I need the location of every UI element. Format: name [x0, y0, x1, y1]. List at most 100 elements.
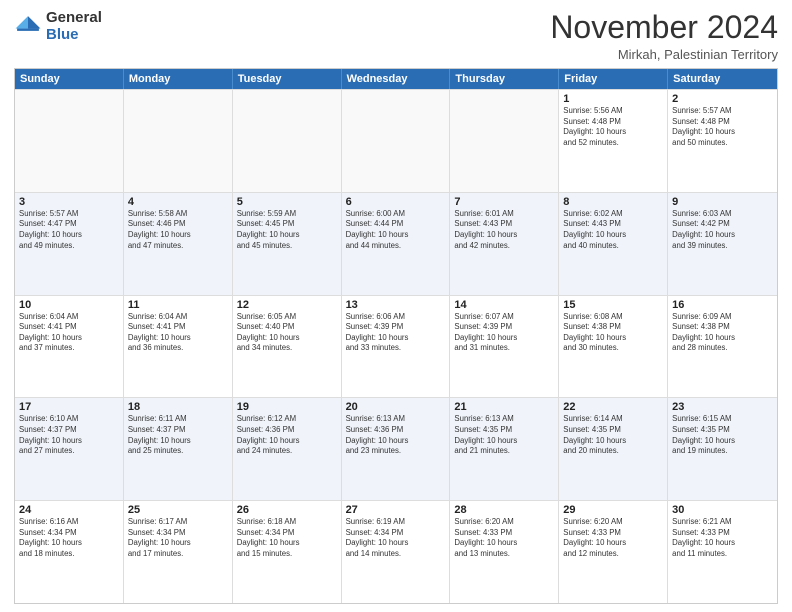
calendar-cell-r1-c2: 5Sunrise: 5:59 AM Sunset: 4:45 PM Daylig… — [233, 193, 342, 295]
day-info: Sunrise: 6:20 AM Sunset: 4:33 PM Dayligh… — [454, 517, 554, 559]
calendar-cell-r2-c0: 10Sunrise: 6:04 AM Sunset: 4:41 PM Dayli… — [15, 296, 124, 398]
day-number: 25 — [128, 504, 228, 516]
logo-general-text: General — [46, 10, 102, 27]
calendar-cell-r1-c6: 9Sunrise: 6:03 AM Sunset: 4:42 PM Daylig… — [668, 193, 777, 295]
day-number: 14 — [454, 299, 554, 311]
calendar-cell-r1-c5: 8Sunrise: 6:02 AM Sunset: 4:43 PM Daylig… — [559, 193, 668, 295]
calendar-cell-r3-c0: 17Sunrise: 6:10 AM Sunset: 4:37 PM Dayli… — [15, 398, 124, 500]
day-number: 5 — [237, 196, 337, 208]
day-info: Sunrise: 6:15 AM Sunset: 4:35 PM Dayligh… — [672, 414, 773, 456]
calendar-cell-r4-c6: 30Sunrise: 6:21 AM Sunset: 4:33 PM Dayli… — [668, 501, 777, 603]
calendar-cell-r3-c1: 18Sunrise: 6:11 AM Sunset: 4:37 PM Dayli… — [124, 398, 233, 500]
calendar-header: Sunday Monday Tuesday Wednesday Thursday… — [15, 69, 777, 89]
day-info: Sunrise: 6:14 AM Sunset: 4:35 PM Dayligh… — [563, 414, 663, 456]
day-info: Sunrise: 6:13 AM Sunset: 4:35 PM Dayligh… — [454, 414, 554, 456]
day-info: Sunrise: 6:16 AM Sunset: 4:34 PM Dayligh… — [19, 517, 119, 559]
logo-blue-text: Blue — [46, 27, 102, 44]
calendar-cell-r0-c3 — [342, 90, 451, 192]
calendar-cell-r4-c3: 27Sunrise: 6:19 AM Sunset: 4:34 PM Dayli… — [342, 501, 451, 603]
month-title: November 2024 — [550, 10, 778, 45]
day-number: 30 — [672, 504, 773, 516]
calendar-cell-r1-c0: 3Sunrise: 5:57 AM Sunset: 4:47 PM Daylig… — [15, 193, 124, 295]
calendar-cell-r2-c5: 15Sunrise: 6:08 AM Sunset: 4:38 PM Dayli… — [559, 296, 668, 398]
day-info: Sunrise: 6:10 AM Sunset: 4:37 PM Dayligh… — [19, 414, 119, 456]
calendar-row-3: 17Sunrise: 6:10 AM Sunset: 4:37 PM Dayli… — [15, 397, 777, 500]
calendar-cell-r0-c0 — [15, 90, 124, 192]
day-info: Sunrise: 6:09 AM Sunset: 4:38 PM Dayligh… — [672, 312, 773, 354]
day-info: Sunrise: 6:07 AM Sunset: 4:39 PM Dayligh… — [454, 312, 554, 354]
day-info: Sunrise: 6:19 AM Sunset: 4:34 PM Dayligh… — [346, 517, 446, 559]
day-info: Sunrise: 6:08 AM Sunset: 4:38 PM Dayligh… — [563, 312, 663, 354]
day-number: 21 — [454, 401, 554, 413]
day-info: Sunrise: 6:06 AM Sunset: 4:39 PM Dayligh… — [346, 312, 446, 354]
calendar-cell-r1-c4: 7Sunrise: 6:01 AM Sunset: 4:43 PM Daylig… — [450, 193, 559, 295]
day-number: 20 — [346, 401, 446, 413]
calendar-cell-r4-c4: 28Sunrise: 6:20 AM Sunset: 4:33 PM Dayli… — [450, 501, 559, 603]
calendar-cell-r1-c3: 6Sunrise: 6:00 AM Sunset: 4:44 PM Daylig… — [342, 193, 451, 295]
day-number: 6 — [346, 196, 446, 208]
day-number: 8 — [563, 196, 663, 208]
day-number: 22 — [563, 401, 663, 413]
day-info: Sunrise: 6:03 AM Sunset: 4:42 PM Dayligh… — [672, 209, 773, 251]
day-number: 9 — [672, 196, 773, 208]
calendar-cell-r0-c4 — [450, 90, 559, 192]
header-saturday: Saturday — [668, 69, 777, 89]
calendar-cell-r2-c6: 16Sunrise: 6:09 AM Sunset: 4:38 PM Dayli… — [668, 296, 777, 398]
calendar-cell-r0-c1 — [124, 90, 233, 192]
day-number: 13 — [346, 299, 446, 311]
calendar-cell-r0-c5: 1Sunrise: 5:56 AM Sunset: 4:48 PM Daylig… — [559, 90, 668, 192]
day-info: Sunrise: 6:01 AM Sunset: 4:43 PM Dayligh… — [454, 209, 554, 251]
day-number: 2 — [672, 93, 773, 105]
day-number: 18 — [128, 401, 228, 413]
day-info: Sunrise: 5:57 AM Sunset: 4:47 PM Dayligh… — [19, 209, 119, 251]
header-sunday: Sunday — [15, 69, 124, 89]
calendar-cell-r3-c5: 22Sunrise: 6:14 AM Sunset: 4:35 PM Dayli… — [559, 398, 668, 500]
header-monday: Monday — [124, 69, 233, 89]
logo-text: General Blue — [46, 10, 102, 43]
location-text: Mirkah, Palestinian Territory — [550, 47, 778, 62]
day-info: Sunrise: 6:17 AM Sunset: 4:34 PM Dayligh… — [128, 517, 228, 559]
calendar-row-0: 1Sunrise: 5:56 AM Sunset: 4:48 PM Daylig… — [15, 89, 777, 192]
day-number: 11 — [128, 299, 228, 311]
day-number: 12 — [237, 299, 337, 311]
calendar-cell-r3-c3: 20Sunrise: 6:13 AM Sunset: 4:36 PM Dayli… — [342, 398, 451, 500]
day-info: Sunrise: 6:20 AM Sunset: 4:33 PM Dayligh… — [563, 517, 663, 559]
day-info: Sunrise: 6:13 AM Sunset: 4:36 PM Dayligh… — [346, 414, 446, 456]
calendar-cell-r2-c3: 13Sunrise: 6:06 AM Sunset: 4:39 PM Dayli… — [342, 296, 451, 398]
calendar-row-4: 24Sunrise: 6:16 AM Sunset: 4:34 PM Dayli… — [15, 500, 777, 603]
day-number: 26 — [237, 504, 337, 516]
day-info: Sunrise: 5:56 AM Sunset: 4:48 PM Dayligh… — [563, 106, 663, 148]
day-number: 27 — [346, 504, 446, 516]
day-info: Sunrise: 6:12 AM Sunset: 4:36 PM Dayligh… — [237, 414, 337, 456]
page: General Blue November 2024 Mirkah, Pales… — [0, 0, 792, 612]
day-info: Sunrise: 6:05 AM Sunset: 4:40 PM Dayligh… — [237, 312, 337, 354]
day-number: 4 — [128, 196, 228, 208]
logo-icon — [14, 13, 42, 41]
day-info: Sunrise: 5:58 AM Sunset: 4:46 PM Dayligh… — [128, 209, 228, 251]
calendar-row-1: 3Sunrise: 5:57 AM Sunset: 4:47 PM Daylig… — [15, 192, 777, 295]
day-number: 24 — [19, 504, 119, 516]
day-number: 28 — [454, 504, 554, 516]
day-info: Sunrise: 5:59 AM Sunset: 4:45 PM Dayligh… — [237, 209, 337, 251]
day-number: 1 — [563, 93, 663, 105]
header: General Blue November 2024 Mirkah, Pales… — [14, 10, 778, 62]
day-number: 16 — [672, 299, 773, 311]
calendar-cell-r1-c1: 4Sunrise: 5:58 AM Sunset: 4:46 PM Daylig… — [124, 193, 233, 295]
day-info: Sunrise: 5:57 AM Sunset: 4:48 PM Dayligh… — [672, 106, 773, 148]
header-friday: Friday — [559, 69, 668, 89]
title-block: November 2024 Mirkah, Palestinian Territ… — [550, 10, 778, 62]
day-number: 29 — [563, 504, 663, 516]
calendar-cell-r3-c6: 23Sunrise: 6:15 AM Sunset: 4:35 PM Dayli… — [668, 398, 777, 500]
day-info: Sunrise: 6:04 AM Sunset: 4:41 PM Dayligh… — [19, 312, 119, 354]
calendar-cell-r4-c5: 29Sunrise: 6:20 AM Sunset: 4:33 PM Dayli… — [559, 501, 668, 603]
calendar-cell-r3-c2: 19Sunrise: 6:12 AM Sunset: 4:36 PM Dayli… — [233, 398, 342, 500]
header-thursday: Thursday — [450, 69, 559, 89]
day-number: 3 — [19, 196, 119, 208]
calendar-cell-r0-c6: 2Sunrise: 5:57 AM Sunset: 4:48 PM Daylig… — [668, 90, 777, 192]
calendar-body: 1Sunrise: 5:56 AM Sunset: 4:48 PM Daylig… — [15, 89, 777, 603]
calendar-cell-r2-c2: 12Sunrise: 6:05 AM Sunset: 4:40 PM Dayli… — [233, 296, 342, 398]
calendar: Sunday Monday Tuesday Wednesday Thursday… — [14, 68, 778, 604]
day-info: Sunrise: 6:21 AM Sunset: 4:33 PM Dayligh… — [672, 517, 773, 559]
day-info: Sunrise: 6:02 AM Sunset: 4:43 PM Dayligh… — [563, 209, 663, 251]
day-number: 15 — [563, 299, 663, 311]
